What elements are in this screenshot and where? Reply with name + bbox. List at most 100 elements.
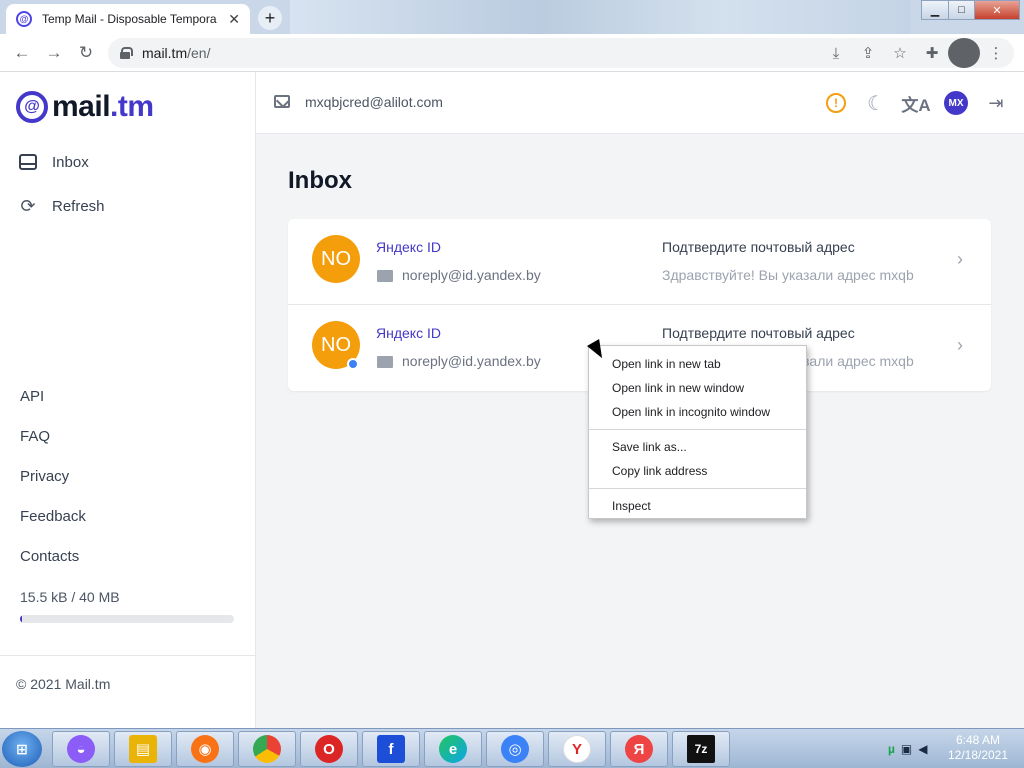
tab-title: Temp Mail - Disposable Tempora	[42, 12, 217, 26]
warning-button[interactable]: !	[816, 89, 856, 117]
url-path: /en/	[187, 45, 211, 61]
account-button[interactable]: MX	[936, 89, 976, 117]
logo-wordmark: mail.tm	[52, 90, 154, 124]
network-tray-icon[interactable]: ▣	[901, 742, 912, 756]
storage-usage: 15.5 kB / 40 MB	[20, 589, 120, 605]
firefox-icon: ◉	[191, 735, 219, 763]
clock-time: 6:48 AM	[955, 733, 1001, 747]
utorrent-tray-icon[interactable]: µ	[888, 742, 895, 756]
opera-icon: O	[315, 735, 343, 763]
mailtm-favicon-icon: @	[16, 11, 32, 27]
account-email[interactable]: mxqbjcred@alilot.com	[305, 94, 443, 110]
sender-name: Яндекс ID	[376, 325, 441, 341]
taskbar-yandex[interactable]: Я	[610, 731, 668, 767]
browser-menu-icon[interactable]: ⋮	[980, 38, 1012, 68]
privacy-link[interactable]: Privacy	[20, 468, 69, 485]
menu-item-inspect[interactable]: Inspect	[589, 494, 806, 518]
taskbar-chrome[interactable]	[238, 731, 296, 767]
sender-address: noreply@id.yandex.by	[402, 353, 541, 369]
back-arrow-icon[interactable]: ←	[6, 37, 38, 69]
browser-toolbar: ← → ↻ mail.tm/en/ ⤓ ⇪ ☆ ✚ ⋮	[0, 34, 1024, 72]
language-button[interactable]: 文A	[896, 89, 936, 117]
taskbar-explorer[interactable]: ▤	[114, 731, 172, 767]
omnibox-actions: ⤓ ⇪ ☆ ✚ ⋮	[820, 38, 1012, 68]
feedback-link[interactable]: Feedback	[20, 508, 86, 525]
window-minimize-button[interactable]: ▁	[921, 0, 949, 20]
sender-avatar: NO	[312, 235, 360, 283]
logout-button[interactable]: ⇥	[976, 89, 1016, 117]
storage-progress-bar	[20, 615, 234, 623]
taskbar-edge[interactable]: e	[424, 731, 482, 767]
chromium-icon: ◎	[501, 735, 529, 763]
menu-item-open-new-window[interactable]: Open link in new window	[589, 376, 806, 400]
sidebar-item-refresh[interactable]: ⟳ Refresh	[18, 195, 105, 216]
menu-item-open-new-tab[interactable]: Open link in new tab	[589, 352, 806, 376]
bookmark-star-icon[interactable]: ☆	[884, 38, 916, 68]
clock-date: 12/18/2021	[947, 748, 1009, 762]
taskbar-firefox[interactable]: ◉	[176, 731, 234, 767]
chevron-right-icon: ›	[957, 335, 963, 355]
chevron-right-icon: ›	[957, 249, 963, 269]
taskbar: ⊞ ◒ ▤ ◉ O f e ◎ Y Я 7z µ ▣ ◀ 6:48 AM 12/…	[0, 728, 1024, 768]
sidebar-divider	[0, 655, 255, 656]
url-host: mail.tm	[142, 45, 188, 61]
context-menu: Open link in new tab Open link in new wi…	[588, 345, 807, 519]
window-maximize-button[interactable]: □	[948, 0, 975, 20]
menu-item-copy-link[interactable]: Copy link address	[589, 459, 806, 483]
menu-item-save-link[interactable]: Save link as...	[589, 435, 806, 459]
mail-icon	[377, 270, 393, 282]
facebook-icon: f	[377, 735, 405, 763]
taskbar-chromium[interactable]: ◎	[486, 731, 544, 767]
new-tab-button[interactable]: +	[258, 6, 282, 30]
taskbar-alice[interactable]: ◒	[52, 731, 110, 767]
taskbar-yandex-browser[interactable]: Y	[548, 731, 606, 767]
7zip-icon: 7z	[687, 735, 715, 763]
sender-address: noreply@id.yandex.by	[402, 267, 541, 283]
share-icon[interactable]: ⇪	[852, 38, 884, 68]
api-link[interactable]: API	[20, 388, 44, 405]
chrome-icon	[253, 735, 281, 763]
sidebar-item-label: Refresh	[52, 197, 105, 215]
contacts-link[interactable]: Contacts	[20, 548, 79, 565]
yandex-browser-icon: Y	[563, 735, 591, 763]
top-bar: mxqbjcred@alilot.com ! ☾ 文A MX ⇥	[256, 72, 1024, 134]
edge-icon: e	[439, 735, 467, 763]
inbox-icon	[18, 152, 38, 172]
extensions-puzzle-icon[interactable]: ✚	[916, 38, 948, 68]
taskbar-facebook[interactable]: f	[362, 731, 420, 767]
message-preview: Здравствуйте! Вы указали адрес mxqb	[662, 267, 914, 283]
envelope-icon	[274, 95, 290, 108]
menu-item-open-incognito[interactable]: Open link in incognito window	[589, 400, 806, 424]
refresh-icon: ⟳	[20, 195, 36, 216]
menu-separator	[589, 488, 806, 489]
alice-icon: ◒	[67, 735, 95, 763]
volume-tray-icon[interactable]: ◀	[918, 742, 927, 756]
forward-arrow-icon[interactable]: →	[38, 37, 70, 69]
reload-icon[interactable]: ↻	[70, 37, 102, 69]
faq-link[interactable]: FAQ	[20, 428, 50, 445]
window-close-button[interactable]: ✕	[974, 0, 1020, 20]
taskbar-opera[interactable]: O	[300, 731, 358, 767]
moon-icon: ☾	[867, 92, 885, 115]
install-app-icon[interactable]: ⤓	[820, 38, 852, 68]
yandex-icon: Я	[625, 735, 653, 763]
browser-tab[interactable]: @ Temp Mail - Disposable Tempora ✕	[6, 4, 250, 34]
mail-icon	[377, 356, 393, 368]
sidebar-item-inbox[interactable]: Inbox	[18, 152, 89, 172]
start-button[interactable]: ⊞	[2, 731, 42, 767]
mailtm-logo[interactable]: @ mail.tm	[16, 90, 154, 124]
message-subject: Подтвердите почтовый адрес	[662, 239, 855, 255]
profile-icon[interactable]	[948, 38, 980, 68]
message-row[interactable]: NO Яндекс ID noreply@id.yandex.by Подтве…	[288, 219, 991, 305]
unread-dot	[347, 358, 359, 370]
logo-text: mail	[52, 90, 111, 123]
avatar: MX	[944, 91, 968, 115]
system-clock[interactable]: 6:48 AM 12/18/2021	[938, 733, 1018, 763]
taskbar-7zip[interactable]: 7z	[672, 731, 730, 767]
tab-close-icon[interactable]: ✕	[228, 11, 240, 28]
logo-tld: .tm	[110, 90, 154, 123]
lock-icon[interactable]	[120, 47, 133, 59]
menu-separator	[589, 429, 806, 430]
system-tray: µ ▣ ◀	[888, 731, 934, 767]
dark-mode-button[interactable]: ☾	[856, 89, 896, 117]
